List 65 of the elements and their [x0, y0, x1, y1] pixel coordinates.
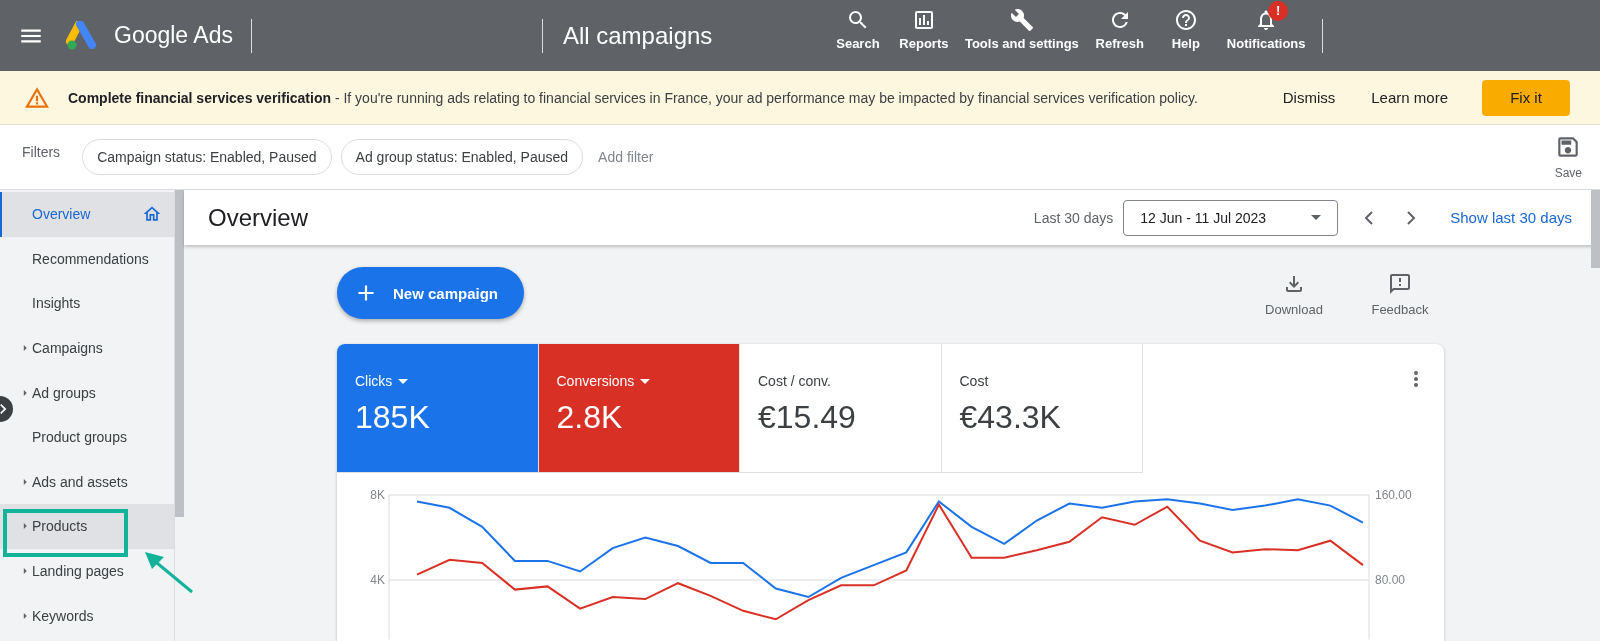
filter-chip[interactable]: Campaign status: Enabled, Paused [82, 139, 332, 175]
add-filter-button[interactable]: Add filter [592, 148, 660, 166]
filter-chip[interactable]: Ad group status: Enabled, Paused [340, 139, 584, 175]
next-button[interactable] [1407, 210, 1417, 225]
sidebar-item[interactable]: Overview [0, 192, 174, 237]
search-button[interactable]: Search [824, 0, 891, 71]
feedback-button[interactable]: Feedback [1360, 271, 1440, 318]
metric-tile[interactable]: Cost / conv. €15.49 [740, 344, 942, 473]
metric-label: Conversions [556, 373, 721, 389]
metric-label: Cost / conv. [758, 373, 832, 389]
sidebar-item[interactable]: Landing pages [0, 548, 174, 594]
fix-it-button[interactable]: Fix it [1482, 79, 1570, 116]
dropdown-caret-icon [1311, 215, 1322, 220]
help-button[interactable]: Help [1152, 0, 1219, 71]
axis-tick-label: 8K [370, 488, 385, 502]
metric-tile[interactable]: Cost €43.3K [941, 344, 1143, 473]
range-label: Last 30 days [1033, 209, 1114, 226]
new-campaign-button[interactable]: New campaign [337, 267, 524, 319]
sidebar-item[interactable]: Ad groups [0, 370, 174, 415]
metric-value: €43.3K [959, 399, 1062, 436]
tools-button[interactable]: Tools and settings [956, 0, 1087, 71]
download-button[interactable]: Download [1254, 271, 1334, 318]
sidebar-item[interactable]: Insights [0, 281, 174, 326]
sidebar-item[interactable]: Campaigns [0, 325, 174, 371]
metric-tile[interactable]: Clicks 185K [337, 344, 539, 473]
axis-tick-label: 160.00 [1375, 488, 1412, 502]
banner-action-button[interactable]: Learn more [1353, 81, 1466, 114]
axis-tick-label: 80.00 [1375, 573, 1406, 587]
banner-action-button[interactable]: Dismiss [1264, 81, 1354, 114]
metric-value: €15.49 [758, 399, 857, 436]
feedback-icon [1388, 272, 1412, 296]
sidebar-item[interactable]: Recommendations [0, 236, 174, 282]
sidebar-item[interactable]: Products [0, 504, 174, 549]
more-vert-icon [1414, 371, 1418, 387]
metric-label: Clicks [355, 373, 520, 389]
page-title: All campaigns [562, 21, 714, 50]
scrollbar-thumb[interactable] [1591, 190, 1600, 268]
metric-value: 185K [355, 399, 431, 436]
chevron-left-icon [1364, 210, 1374, 225]
help-icon [1173, 8, 1198, 32]
pointer-arrow [145, 552, 193, 594]
notification-badge: ! [1268, 1, 1289, 21]
sidebar-item[interactable]: Product groups [0, 414, 174, 460]
sidebar-item[interactable]: Ads and assets [0, 459, 174, 505]
metric-value: 2.8K [556, 399, 624, 436]
scrollbar-thumb[interactable] [175, 190, 184, 517]
reports-button[interactable]: Reports [890, 0, 957, 71]
date-range-dropdown[interactable]: 12 Jun - 11 Jul 2023 [1123, 199, 1339, 236]
dropdown-caret-icon [640, 378, 651, 384]
notifications-button[interactable]: Notifications ! [1218, 0, 1314, 71]
metric-label: Cost [959, 373, 990, 389]
wrench-icon [1009, 8, 1034, 32]
banner-message: Complete financial services verification - If you're running ads relating to financial services in France, your ad performance may be impacted by financial services verification policy. [68, 89, 1198, 106]
page-heading: Overview [208, 203, 309, 232]
refresh-button[interactable]: Refresh [1086, 0, 1153, 71]
axis-tick-label: 4K [370, 573, 385, 587]
show-last-30-days-link[interactable]: Show last 30 days [1450, 209, 1572, 226]
filters-label: Filters [22, 144, 61, 160]
save-button[interactable]: Save [1548, 133, 1588, 181]
dropdown-caret-icon [398, 378, 409, 384]
chevron-right-icon [1407, 210, 1417, 225]
metric-tile[interactable]: Conversions 2.8K [538, 344, 740, 473]
previous-button[interactable] [1364, 210, 1374, 225]
sidebar-item[interactable]: Keywords [0, 593, 174, 638]
app-name: Google Ads [114, 22, 233, 49]
